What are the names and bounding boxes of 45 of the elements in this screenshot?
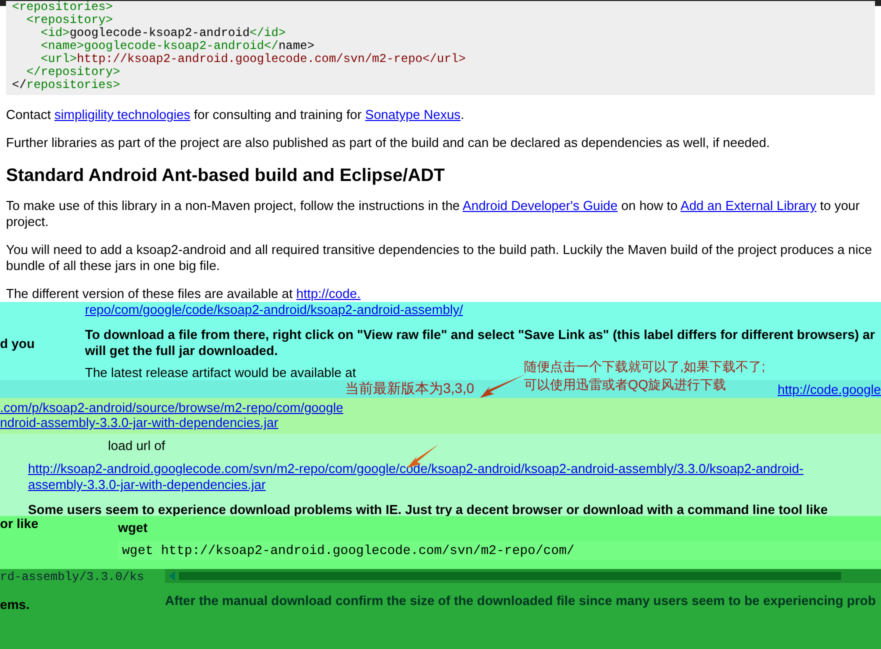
instruction-text: To download a file from there, right click on "View raw file" and select "Save Link as" (this label differs for different browsers) ar will get the full jar downloaded. <box>85 327 875 359</box>
paragraph: Further libraries as part of the project are also published as part of the build and can be declared as dependencies as well, if needed. <box>6 135 771 151</box>
paragraph: After the manual download confirm the size of the downloaded file since many users seem to be experiencing prob <box>165 593 876 608</box>
text-fragment: ems. <box>0 597 31 612</box>
paragraph: load url of <box>108 438 166 453</box>
code-text: googlecode-ksoap2-android <box>70 26 250 40</box>
code-text: <url> <box>40 52 77 66</box>
paragraph: The different version of these files are available at http://code. <box>6 286 362 302</box>
code-text: </id> <box>250 26 286 40</box>
paragraph: The latest release artifact would be available at <box>85 365 356 380</box>
code-text: <repositories> <box>12 0 113 14</box>
code-text: <repository> <box>25 13 113 27</box>
section-heading: Standard Android Ant-based build and Eclipse/ADT <box>6 165 446 186</box>
link[interactable]: .com/p/ksoap2-android/source/browse/m2-repo/com/google <box>0 400 881 415</box>
link[interactable]: http://code.google <box>778 382 881 396</box>
command-text: wget http://ksoap2-android.googlecode.com/svn/m2-repo/com/ <box>122 543 574 558</box>
code-text: </repository> <box>25 65 120 79</box>
contact-text: Contact simpligility technologies for consulting and training for Sonatype Nexus. <box>6 107 466 123</box>
code-text: repositories> <box>26 78 120 92</box>
code-text: googlecode-ksoap2-android <box>84 39 264 53</box>
paragraph: You will need to add a ksoap2-android and all required transitive dependencies to the build path. Luckily the Maven build of the project produces a nice bundle of all these jars in one big file. <box>6 242 874 274</box>
link[interactable]: http://code. <box>296 286 361 301</box>
annotation-text: 随便点击一个下载就可以了,如果下载不了; 可以使用迅雷或者QQ旋风进行下载 <box>524 358 766 394</box>
paragraph: Some users seem to experience download problems with IE. Just try a decent browser or download with a command line tool like <box>28 502 828 517</box>
text-fragment: rd-assembly/3.3.0/ks <box>0 569 146 585</box>
code-text: http://ksoap2-android.googlecode.com/svn/m2-repo <box>76 52 422 66</box>
horizontal-scrollbar[interactable] <box>165 569 881 583</box>
code-text: <id> <box>40 26 70 40</box>
annotation-text: 当前最新版本为3,3,0 <box>345 380 474 398</box>
text-fragment: or like <box>0 516 40 531</box>
link[interactable]: Add an External Library <box>680 198 816 213</box>
code-text: </ <box>12 78 26 92</box>
code-text: name> <box>278 39 314 53</box>
paragraph: To make use of this library in a non-Maven project, follow the instructions in the Android Developer's Guide on how to Add an External Library to your project. <box>6 198 861 230</box>
link[interactable]: ndroid-assembly-3.3.0-jar-with-dependencies.jar <box>0 415 881 430</box>
link[interactable]: repo/com/google/code/ksoap2-android/ksoap2-android-assembly/ <box>85 302 463 317</box>
link[interactable]: simpligility technologies <box>54 107 190 122</box>
text-fragment: d you <box>0 336 36 351</box>
link[interactable]: Sonatype Nexus <box>365 107 461 122</box>
code-text: <name> <box>40 39 84 53</box>
code-text: </ <box>264 39 278 53</box>
code-text: </url> <box>422 52 466 66</box>
label: wget <box>118 520 148 535</box>
link[interactable]: http://ksoap2-android.googlecode.com/svn/m2-repo/com/google/code/ksoap2-android/ksoap2-android-assembly/3.3.0/ksoap2-android-assembly-3.3.0-jar-with-dependencies.jar <box>28 461 818 493</box>
link[interactable]: Android Developer's Guide <box>462 198 618 213</box>
